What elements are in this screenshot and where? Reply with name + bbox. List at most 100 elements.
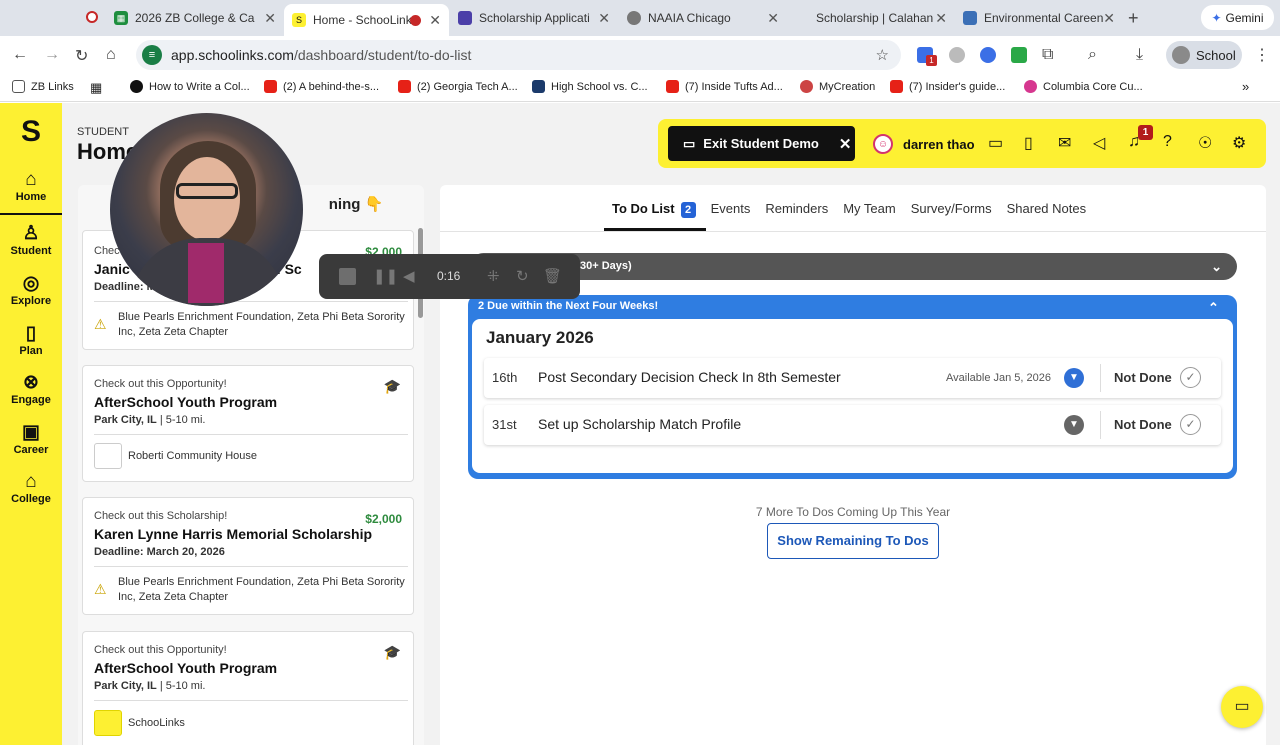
due-soon-list: January 2026 16th Post Secondary Decisio… [472, 319, 1233, 473]
wallet-icon[interactable]: ▭ [988, 133, 1003, 153]
extension-icon[interactable] [1011, 47, 1027, 63]
folder-icon [12, 80, 25, 93]
sidebar-item-explore[interactable]: ◎ Explore [0, 273, 62, 319]
bookmark-item[interactable]: (7) Inside Tufts Ad... [666, 80, 783, 93]
youtube-icon [666, 80, 679, 93]
tab-events[interactable]: Events [711, 201, 751, 231]
mail-icon[interactable]: ✉ [1058, 133, 1071, 153]
help-icon[interactable]: ? [1163, 133, 1172, 151]
expand-chevron-icon[interactable]: ▼ [1064, 415, 1084, 435]
close-icon[interactable]: ✕ [429, 12, 441, 29]
chat-icon[interactable]: ▭ [1221, 686, 1263, 728]
reload-icon[interactable]: ↻ [75, 46, 88, 66]
bookmark-item[interactable]: How to Write a Col... [130, 80, 250, 93]
close-icon[interactable]: ✕ [264, 10, 276, 27]
extension-icon[interactable] [949, 47, 965, 63]
page-section-label: STUDENT [77, 126, 129, 138]
puzzle-icon[interactable]: ⧉ [1042, 46, 1053, 64]
youtube-icon [890, 80, 903, 93]
checkmark-icon[interactable]: ✓ [1180, 414, 1201, 435]
site-info-icon[interactable]: ≡ [142, 45, 162, 65]
tab-label: Home - SchooLinks [313, 13, 418, 27]
sidebar-item-home[interactable]: ⌂ Home [0, 169, 62, 215]
close-icon[interactable]: ✕ [1103, 10, 1115, 27]
gemini-button[interactable]: ✦ Gemini [1201, 5, 1274, 30]
bookmark-item[interactable]: (2) A behind-the-s... [264, 80, 379, 93]
sidebar-item-college[interactable]: ⌂ College [0, 471, 62, 517]
mute-icon[interactable]: ◀ [403, 267, 415, 285]
bookmark-item[interactable]: (2) Georgia Tech A... [398, 80, 518, 93]
location-city: Park City, IL [94, 414, 157, 426]
pause-icon[interactable]: ❚❚ [373, 267, 398, 285]
exit-student-demo-button[interactable]: ▭ Exit Student Demo ✕ [668, 126, 855, 161]
opportunity-card[interactable]: Check out this Opportunity! 🎓 AfterSchoo… [82, 365, 414, 482]
tab-environmental-careers[interactable]: Environmental Careen ✕ [963, 4, 1123, 32]
address-bar[interactable]: ≡ app.schoolinks.com/dashboard/student/t… [136, 40, 901, 70]
tab-naaia-chicago[interactable]: NAAIA Chicago ✕ [627, 4, 787, 32]
compass-icon: ◎ [22, 273, 40, 294]
tab-college-sheet[interactable]: ▦ 2026 ZB College & Ca ✕ [114, 4, 284, 32]
more-bookmarks-icon[interactable]: » [1242, 79, 1249, 94]
tab-survey-forms[interactable]: Survey/Forms [911, 201, 992, 231]
opportunity-card[interactable]: Check out this Opportunity! 🎓 AfterSchoo… [82, 631, 414, 745]
download-icon[interactable]: ⤓ [1136, 46, 1143, 64]
tab-search-icon[interactable]: ⌕ [1088, 46, 1097, 64]
bookmark-label: High School vs. C... [551, 80, 648, 93]
tab-shared-notes[interactable]: Shared Notes [1007, 201, 1087, 231]
tab-scholarship-calahan[interactable]: Scholarship | Calahan ✕ [795, 4, 955, 32]
grid-icon[interactable]: ⁜ [487, 267, 500, 285]
webcam-overlay[interactable] [110, 113, 303, 306]
todo-item[interactable]: 31st Set up Scholarship Match Profile ▼ … [484, 405, 1221, 445]
youtube-icon [398, 80, 411, 93]
trash-icon[interactable]: 🗑 [543, 267, 562, 285]
tab-schoolinks-home[interactable]: S Home - SchooLinks ✕ [284, 4, 449, 36]
overdue-section-toggle[interactable]: 30+ Days) ⌄ [470, 253, 1237, 280]
close-icon[interactable]: ✕ [598, 10, 610, 27]
checkmark-icon[interactable]: ✓ [1180, 367, 1201, 388]
menu-icon[interactable]: ⋮ [1254, 45, 1270, 65]
todo-item[interactable]: 16th Post Secondary Decision Check In 8t… [484, 358, 1221, 398]
schoolinks-logo[interactable]: S [16, 115, 46, 149]
tab-to-do-list[interactable]: To Do List 2 [612, 201, 696, 231]
bookmark-item[interactable]: MyCreation [800, 80, 875, 93]
scholarship-card[interactable]: Check out this Scholarship! $2,000 Karen… [82, 497, 414, 615]
sidebar-item-student[interactable]: ♙ Student [0, 223, 62, 269]
tab-reminders[interactable]: Reminders [765, 201, 828, 231]
close-icon[interactable]: ✕ [839, 135, 852, 153]
sidebar-item-plan[interactable]: ▯ Plan [0, 323, 62, 369]
student-icon: ♙ [22, 223, 40, 244]
bookmark-item[interactable]: High School vs. C... [532, 80, 648, 93]
url-host: app.schoolinks.com [171, 47, 294, 63]
sidebar-item-career[interactable]: ▣ Career [0, 422, 62, 468]
forward-icon[interactable]: → [44, 46, 60, 64]
due-soon-header[interactable]: 2 Due within the Next Four Weeks! ⌃ [478, 300, 1219, 315]
stop-icon[interactable] [339, 268, 356, 285]
bookmark-item[interactable]: (7) Insider's guide... [890, 80, 1005, 93]
bookmark-label: Columbia Core Cu... [1043, 80, 1143, 93]
close-icon[interactable]: ✕ [935, 10, 947, 27]
restart-icon[interactable]: ↻ [516, 267, 529, 285]
apps-grid-icon[interactable]: ▦ [90, 80, 102, 96]
sidebar-item-engage[interactable]: ⊗ Engage [0, 372, 62, 418]
shield-extension-icon[interactable] [980, 47, 996, 63]
profile-button[interactable]: School [1166, 41, 1242, 69]
document-icon[interactable]: ▯ [1024, 133, 1033, 153]
show-remaining-button[interactable]: Show Remaining To Dos [767, 523, 939, 559]
expand-chevron-icon[interactable]: ▼ [1064, 368, 1084, 388]
bookmark-star-icon[interactable]: ☆ [876, 46, 889, 64]
bookmark-folder-zb-links[interactable]: ZB Links [12, 80, 74, 93]
user-menu[interactable]: ☺ darren thao [873, 134, 975, 154]
settings-gear-icon[interactable]: ⚙ [1232, 133, 1246, 153]
megaphone-icon[interactable]: ◁ [1093, 133, 1105, 153]
accessibility-icon[interactable]: ☉ [1198, 133, 1212, 153]
card-type: Check out this Opportunity! [94, 378, 227, 390]
bookmark-item[interactable]: Columbia Core Cu... [1024, 80, 1143, 93]
back-icon[interactable]: ← [12, 46, 28, 64]
tab-my-team[interactable]: My Team [843, 201, 896, 231]
sidebar: S ⌂ Home ♙ Student ◎ Explore ▯ Plan ⊗ En… [0, 103, 62, 745]
close-icon[interactable]: ✕ [767, 10, 779, 27]
tab-scholarship-application[interactable]: Scholarship Applicati ✕ [458, 4, 618, 32]
home-browser-icon[interactable]: ⌂ [106, 46, 116, 64]
todo-day: 31st [492, 417, 517, 432]
new-tab-icon[interactable]: + [1128, 8, 1139, 29]
